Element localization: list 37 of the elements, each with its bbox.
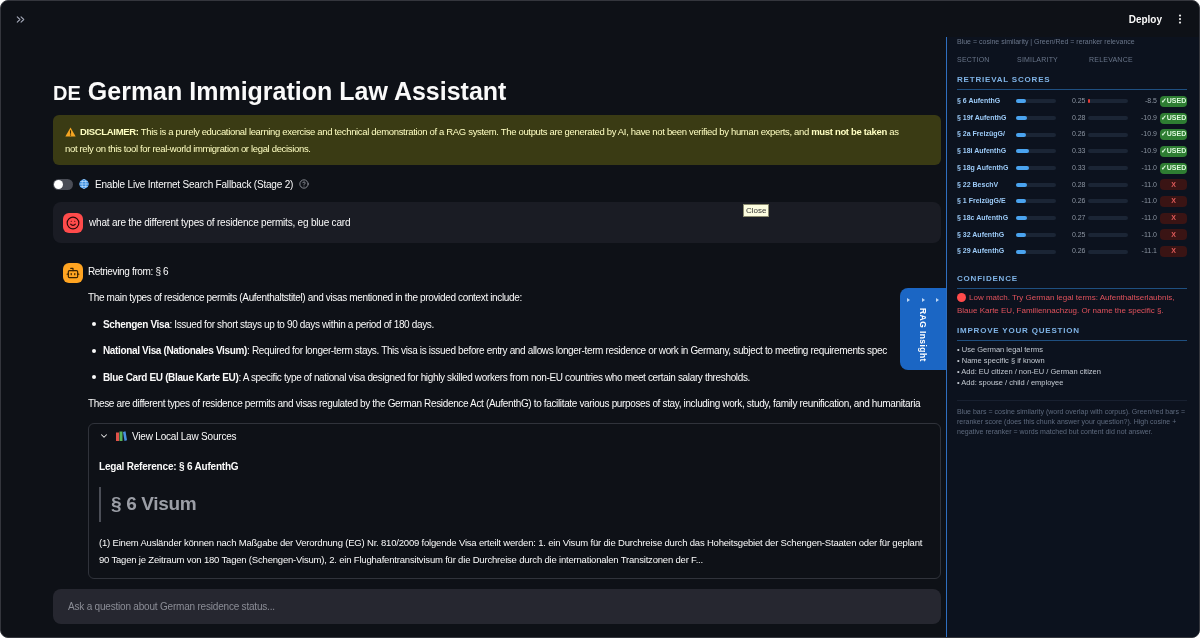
rag-insight-tab[interactable]: RAG Insight — [900, 288, 946, 370]
triangles-icon — [907, 298, 939, 302]
bullet-icon — [92, 348, 96, 353]
reference-text: Legal Reference: § 6 AufenthG — [99, 459, 240, 474]
answer-text: These are different types of residence permits and visas regulated by the German Residence Act (AufenthG) to facilitate various purposes of stay, including work, study, family reunification, and humanitaria — [88, 396, 921, 411]
bullet-text: Schengen Visa: Issued for short stays up to 90 days within a period of 180 days. — [103, 317, 434, 332]
answer-text: The main types of residence permits (Aufenthaltstitel) and visas mentioned in the provided context include: — [88, 291, 522, 305]
bullet-text: Blue Card EU (Blaue Karte EU): A specific type of national visa designed for highly skilled workers from non-EU countries who meet certain salary thresholds. — [103, 370, 750, 385]
toggle-switch[interactable] — [53, 178, 73, 190]
warning-icon — [65, 126, 76, 137]
section-heading: § 6 Visum — [111, 492, 197, 516]
help-icon[interactable] — [299, 179, 310, 189]
page-title: German Immigration Law Assistant — [87, 76, 507, 107]
books-icon — [116, 431, 127, 441]
section-title: RETRIEVAL SCORES — [957, 75, 1187, 90]
globe-icon — [79, 179, 89, 189]
confidence-text: Low match. Try German legal terms: Aufenthaltserlaubnis, Blaue Karte EU, Familiennachzug. Or name the specific §. — [957, 291, 1176, 317]
law-text: (1) Einem Ausländer können nach Maßgabe der Verordnung (EG) Nr. 810/2009 folgende Visa erteilt werden: 1. ein Visum für die Durchreise durch das Hoheitsgebiet der Schengen-Staaten oder für geplant — [99, 535, 924, 550]
message-text: what are the different types of residence permits, eg blue card — [89, 216, 351, 230]
bullet-text: National Visa (Nationales Visum): Required for longer-term stays. This visa is issued before entry and allows longer-term residence or work in Germany, subject to meeting requirements spec — [103, 344, 887, 358]
law-text: 90 Tagen je Zeitraum von 180 Tagen (Schengen-Visum), 2. ein Flughafentransitvisum für die Durchreise durch die internationalen Transitzonen der F... — [99, 552, 704, 567]
bullet-icon — [92, 322, 96, 326]
bullet-icon — [92, 375, 96, 379]
section-title: CONFIDENCE — [957, 273, 1187, 289]
expander-toggle[interactable]: View Local Law Sources — [89, 423, 940, 449]
chat-input[interactable]: Ask a question about German residence status... — [53, 588, 941, 624]
disclaimer-text: DISCLAIMER: This is a purely educational learning exercise and technical demonstration of a RAG system. The outputs are generated by AI, have not been verified by human experts, and must not be taken as — [80, 125, 899, 139]
user-avatar-icon — [63, 212, 83, 233]
tooltip: Close — [743, 204, 770, 217]
bot-avatar-icon — [63, 263, 83, 283]
chevron-down-icon — [99, 431, 109, 441]
status-text: Retrieving from: § 6 — [88, 265, 169, 279]
section-title: IMPROVE YOUR QUESTION — [957, 325, 1187, 341]
disclaimer-text: not rely on this tool for real-world immigration or legal decisions. — [65, 142, 312, 156]
toggle-label: Enable Live Internet Search Fallback (Stage 2) — [95, 177, 294, 192]
flag-text: DE — [53, 81, 81, 106]
deploy-button[interactable]: Deploy — [1126, 8, 1164, 30]
